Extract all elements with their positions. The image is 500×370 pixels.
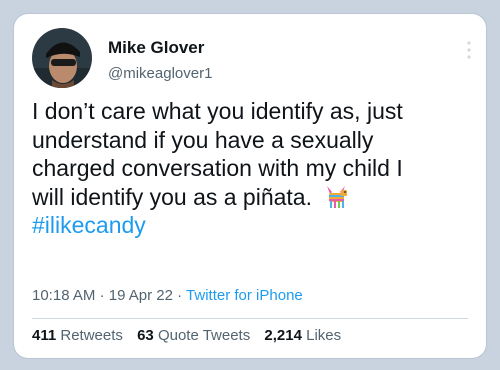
retweets-stat[interactable]: 411 Retweets [32,327,127,344]
divider [32,318,468,319]
tweet-text-line: understand if you have a sexually [32,126,374,153]
quote-tweets-label: Quote Tweets [157,327,251,344]
display-name[interactable]: Mike Glover [108,38,204,58]
separator-dot: · [99,287,105,304]
likes-count: 2,214 [264,327,302,344]
likes-stat[interactable]: 2,214 Likes [264,327,341,344]
username-handle[interactable]: @mikeaglover1 [108,65,212,82]
tweet-text-line: I don’t care what you identify as, just [32,98,403,124]
tweet-card: Mike Glover @mikeaglover1 I don’t care w… [14,14,486,358]
tweet-text-line-last: will identify you as a piñata. [32,183,472,212]
tweet-text-line: will identify you as a piñata. [32,183,312,210]
hashtag-link[interactable]: #ilikecandy [32,211,146,240]
likes-label: Likes [306,327,342,344]
tweet-date[interactable]: 19 Apr 22 [109,287,173,304]
tweet-meta: 10:18 AM · 19 Apr 22 · Twitter for iPhon… [32,287,303,304]
retweets-count: 411 [32,327,57,344]
avatar[interactable] [32,28,92,88]
engagement-stats: 411 Retweets 63 Quote Tweets 2,214 Likes [32,327,351,344]
quote-tweets-stat[interactable]: 63 Quote Tweets [137,327,254,344]
quote-tweets-count: 63 [137,327,154,344]
separator-dot: · [177,287,183,304]
tweet-text: I don’t care what you identify as, just … [32,97,472,240]
tweet-source-link[interactable]: Twitter for iPhone [186,287,303,304]
retweets-label: Retweets [60,327,123,344]
tweet-text-line: charged conversation with my child I [32,155,403,181]
pinata-icon [324,184,350,210]
more-options-icon[interactable] [466,40,472,60]
tweet-time[interactable]: 10:18 AM [32,287,95,304]
